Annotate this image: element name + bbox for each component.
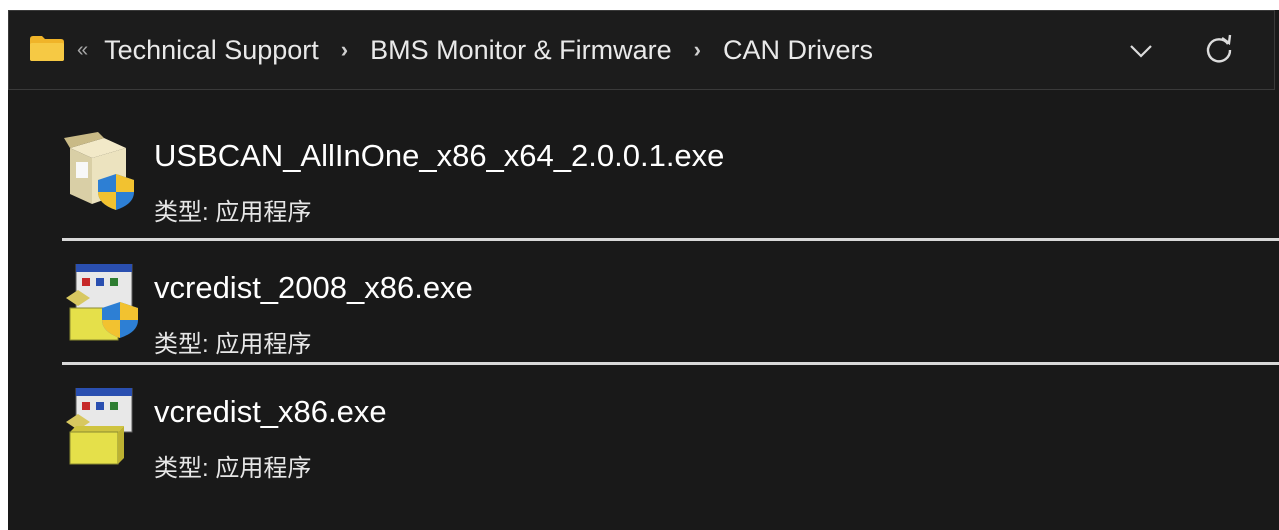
file-type: 类型: 应用程序 xyxy=(154,331,312,358)
installer-window-shield-icon xyxy=(66,264,138,341)
refresh-icon[interactable] xyxy=(1203,33,1235,65)
file-explorer-window: « Technical Support › BMS Monitor & Firm… xyxy=(8,10,1279,530)
list-item[interactable]: vcredist_x86.exe 类型: 应用程序 xyxy=(8,366,1279,486)
breadcrumb-can-drivers[interactable]: CAN Drivers xyxy=(723,35,873,66)
installer-box-shield-icon xyxy=(64,132,134,210)
installer-window-box-icon xyxy=(66,388,133,465)
file-type: 类型: 应用程序 xyxy=(154,199,312,226)
chevron-right-icon[interactable]: › xyxy=(341,37,348,63)
folder-icon xyxy=(30,36,64,61)
file-type: 类型: 应用程序 xyxy=(154,455,312,482)
divider xyxy=(62,362,1279,365)
list-item[interactable]: vcredist_2008_x86.exe 类型: 应用程序 xyxy=(8,242,1279,362)
address-bar[interactable]: « Technical Support › BMS Monitor & Firm… xyxy=(8,10,1275,90)
file-name: vcredist_2008_x86.exe xyxy=(154,270,473,305)
breadcrumb-technical-support[interactable]: Technical Support xyxy=(104,35,319,66)
breadcrumb-overflow-button[interactable]: « xyxy=(77,39,88,62)
file-name: USBCAN_AllInOne_x86_x64_2.0.0.1.exe xyxy=(154,138,725,173)
list-item[interactable]: USBCAN_AllInOne_x86_x64_2.0.0.1.exe 类型: … xyxy=(8,110,1279,230)
breadcrumb: « Technical Support › BMS Monitor & Firm… xyxy=(77,11,873,89)
file-name: vcredist_x86.exe xyxy=(154,394,387,429)
breadcrumb-bms-monitor-firmware[interactable]: BMS Monitor & Firmware xyxy=(370,35,672,66)
chevron-right-icon[interactable]: › xyxy=(694,37,701,63)
divider xyxy=(62,238,1279,241)
chevron-down-icon[interactable] xyxy=(1126,37,1156,63)
